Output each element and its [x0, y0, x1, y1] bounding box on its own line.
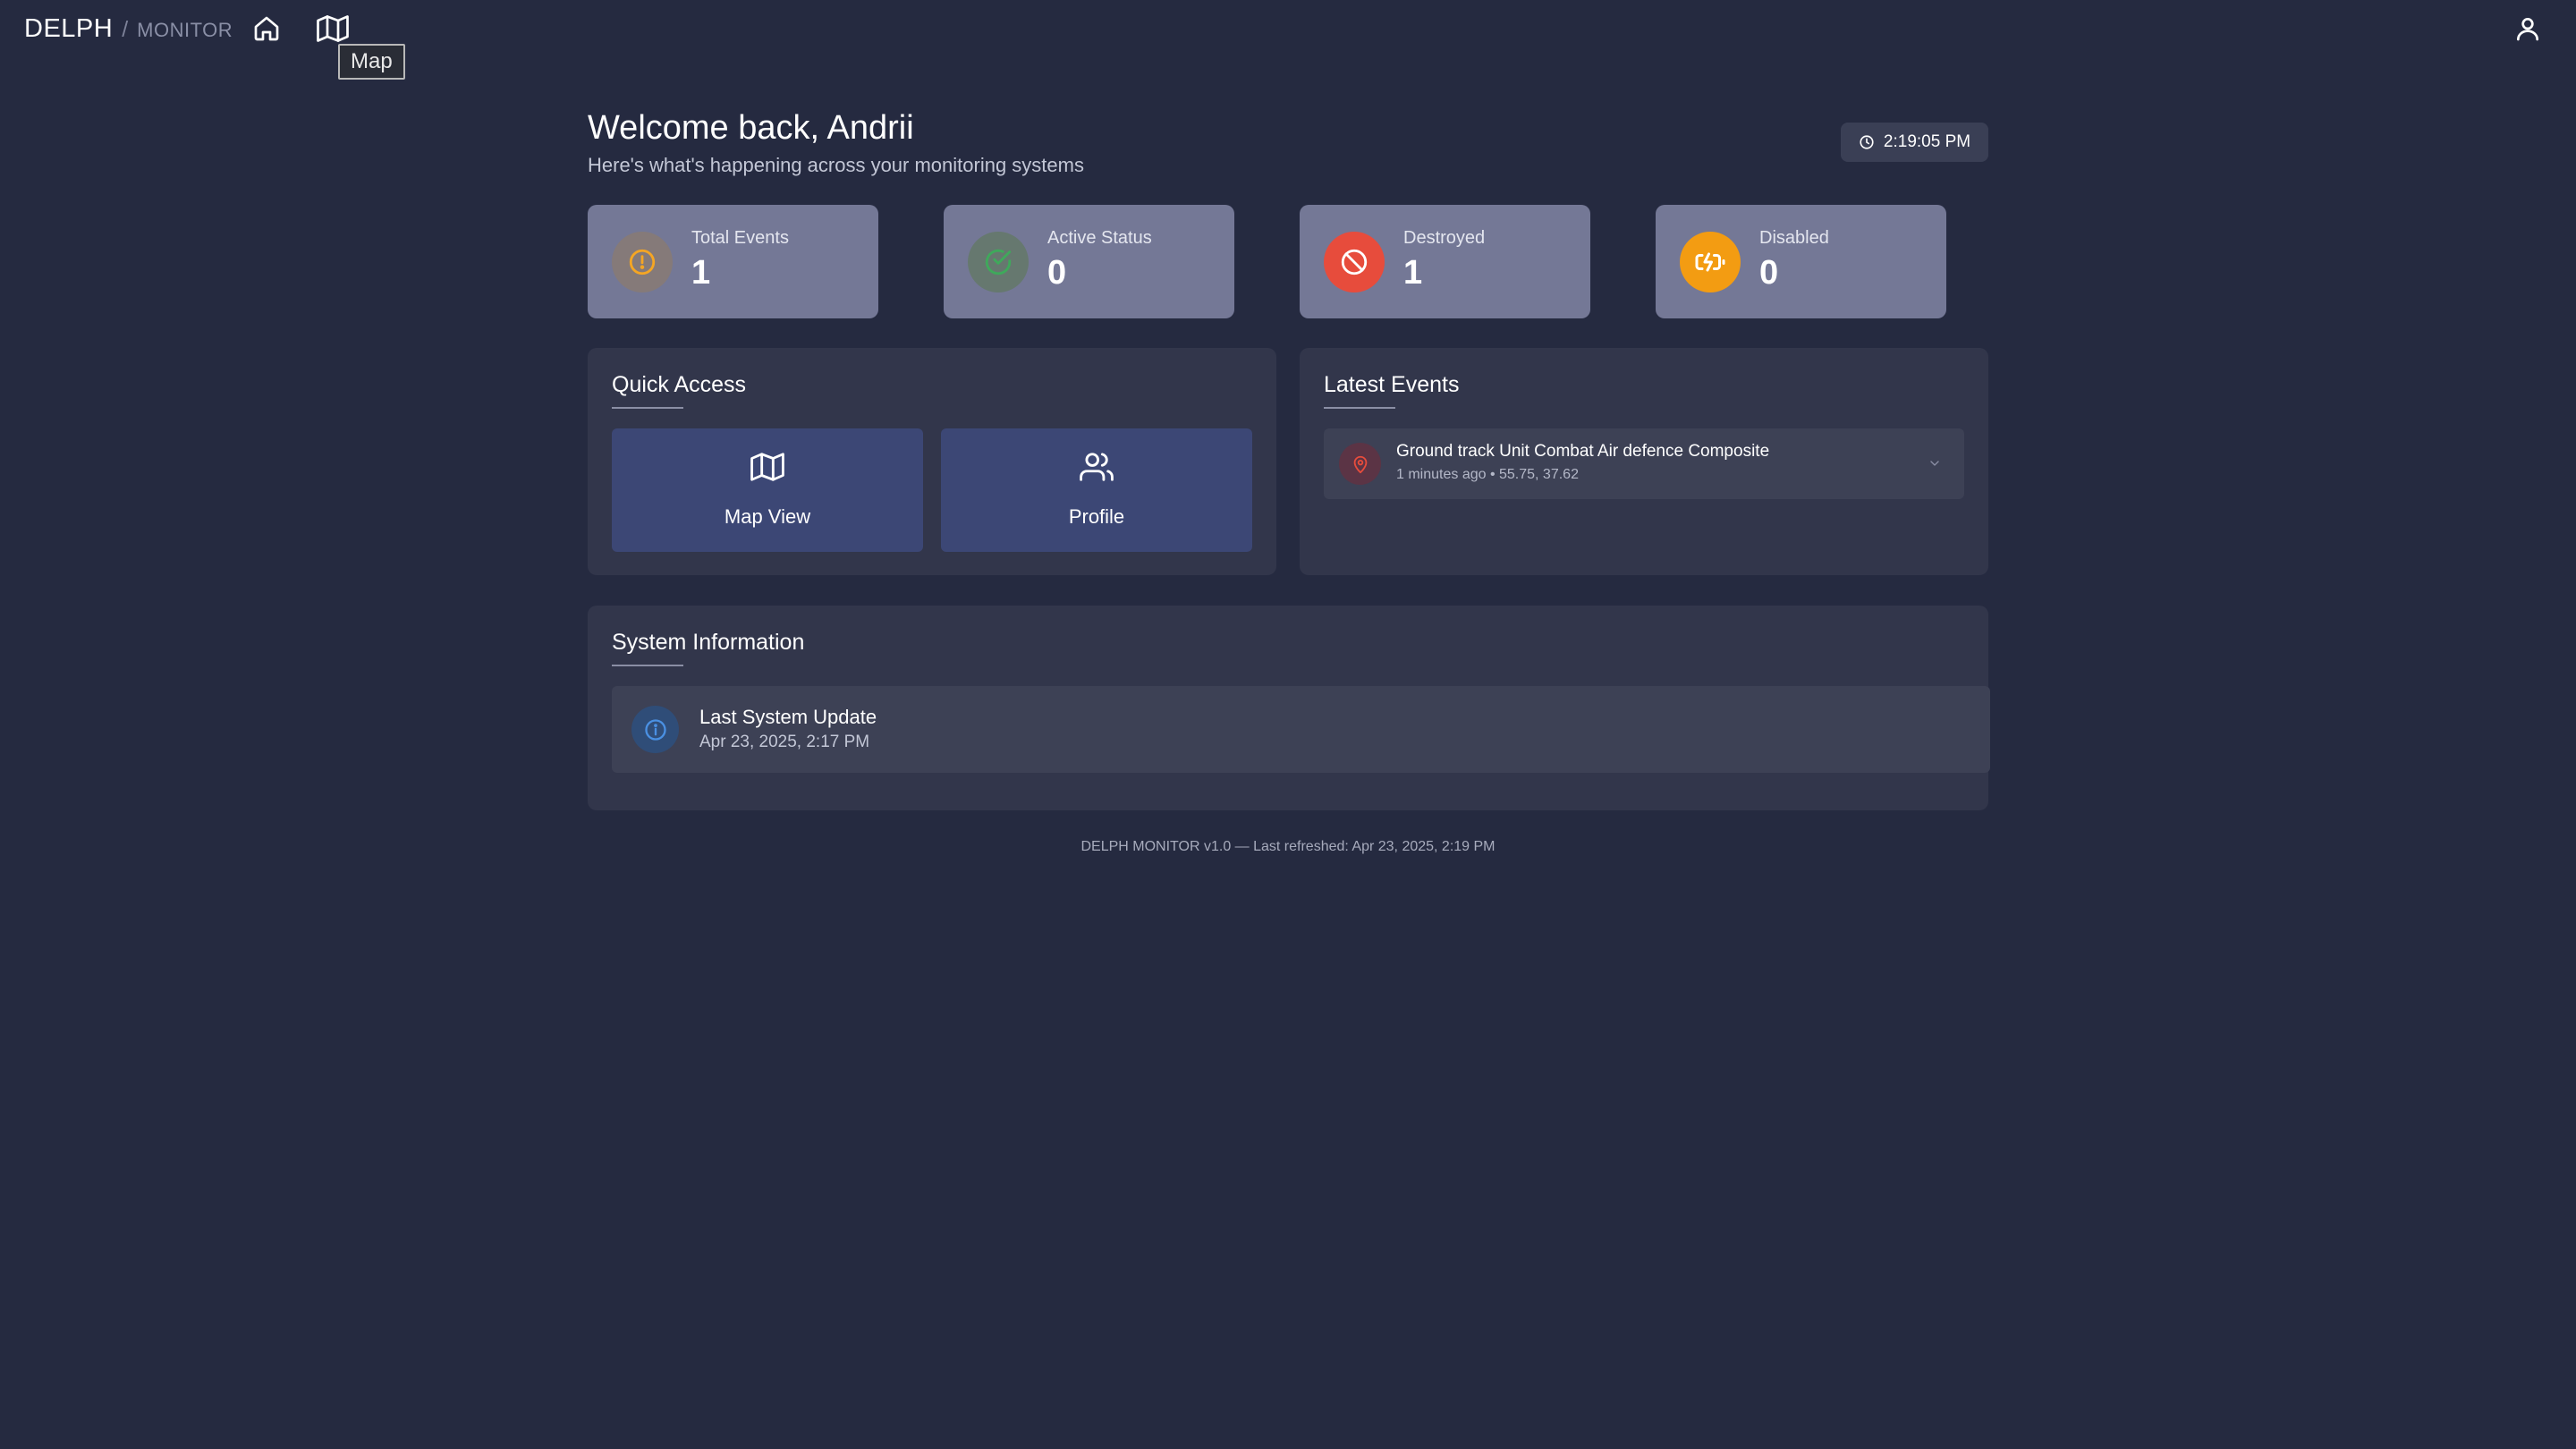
top-bar: DELPH / MONITOR Map: [0, 0, 2576, 80]
stat-card-destroyed[interactable]: Destroyed 1: [1300, 205, 1590, 318]
stat-icon-wrap: [968, 232, 1029, 292]
system-info-value: Apr 23, 2025, 2:17 PM: [699, 733, 870, 751]
user-icon: [2517, 18, 2538, 41]
clock-icon: [1860, 135, 1874, 149]
clock-time: 2:19:05 PM: [1883, 132, 1971, 151]
event-list-item[interactable]: Ground track Unit Combat Air defence Com…: [1324, 428, 1964, 499]
stat-icon-wrap: [612, 232, 673, 292]
chevron-down-icon: [1930, 461, 1939, 466]
stat-card-active-status[interactable]: Active Status 0: [944, 205, 1234, 318]
battery-charging-icon: [1695, 252, 1725, 272]
welcome-title: Welcome back, Andrii: [588, 109, 914, 147]
expand-event-button[interactable]: [1925, 453, 1945, 473]
ban-icon: [1341, 249, 1368, 275]
profile-button[interactable]: Profile: [941, 428, 1252, 552]
title-underline: [612, 665, 683, 666]
stat-value: 0: [1047, 254, 1067, 292]
map-icon: [750, 453, 784, 481]
stat-label: Active Status: [1047, 228, 1152, 248]
map-icon-wrap: [612, 450, 923, 484]
user-menu-button[interactable]: [2510, 11, 2546, 47]
event-title: Ground track Unit Combat Air defence Com…: [1396, 442, 1770, 461]
check-circle-icon: [985, 249, 1012, 275]
latest-events-title: Latest Events: [1324, 372, 1460, 397]
info-icon-wrap: [631, 706, 679, 753]
system-info-label: Last System Update: [699, 706, 877, 728]
map-nav-button[interactable]: [315, 11, 351, 47]
quick-access-panel: Quick Access Map View Profile: [588, 348, 1276, 575]
clock-badge: 2:19:05 PM: [1841, 123, 1988, 162]
system-information-panel: System Information Last System Update Ap…: [588, 606, 1990, 810]
brand[interactable]: DELPH / MONITOR: [24, 14, 233, 45]
event-meta: 1 minutes ago • 55.75, 37.62: [1396, 467, 1579, 482]
brand-separator: /: [122, 17, 129, 42]
stat-value: 1: [691, 254, 711, 292]
stat-value: 0: [1759, 254, 1779, 292]
stat-card-disabled[interactable]: Disabled 0: [1656, 205, 1946, 318]
event-icon-wrap: [1339, 443, 1381, 485]
users-icon: [1080, 453, 1114, 481]
welcome-subtitle: Here's what's happening across your moni…: [588, 154, 1084, 176]
map-pin-icon: [1353, 455, 1367, 473]
stat-label: Destroyed: [1403, 228, 1486, 248]
stat-icon-wrap: [1324, 232, 1385, 292]
map-icon: [317, 15, 349, 42]
profile-label: Profile: [1068, 505, 1125, 528]
brand-section: MONITOR: [137, 19, 233, 41]
stat-label: Total Events: [691, 228, 789, 248]
info-icon: [644, 718, 666, 741]
brand-name: DELPH: [24, 14, 114, 43]
stat-label: Disabled: [1759, 228, 1829, 248]
system-information-title: System Information: [612, 630, 805, 655]
alert-circle-icon: [629, 249, 656, 275]
footer-text: DELPH MONITOR v1.0 — Last refreshed: Apr…: [1080, 839, 1496, 854]
map-tooltip: Map: [338, 44, 405, 80]
title-underline: [1324, 407, 1395, 409]
title-underline: [612, 407, 683, 409]
quick-access-title: Quick Access: [612, 372, 747, 397]
home-nav-button[interactable]: [249, 11, 284, 47]
map-view-button[interactable]: Map View: [612, 428, 923, 552]
latest-events-panel: Latest Events Ground track Unit Combat A…: [1300, 348, 1988, 575]
system-info-item: Last System Update Apr 23, 2025, 2:17 PM: [612, 686, 1990, 773]
stat-card-total-events[interactable]: Total Events 1: [588, 205, 878, 318]
map-view-label: Map View: [724, 505, 811, 528]
stat-value: 1: [1403, 254, 1423, 292]
stat-icon-wrap: [1680, 232, 1741, 292]
home-icon: [254, 16, 279, 41]
users-icon-wrap: [941, 450, 1252, 484]
